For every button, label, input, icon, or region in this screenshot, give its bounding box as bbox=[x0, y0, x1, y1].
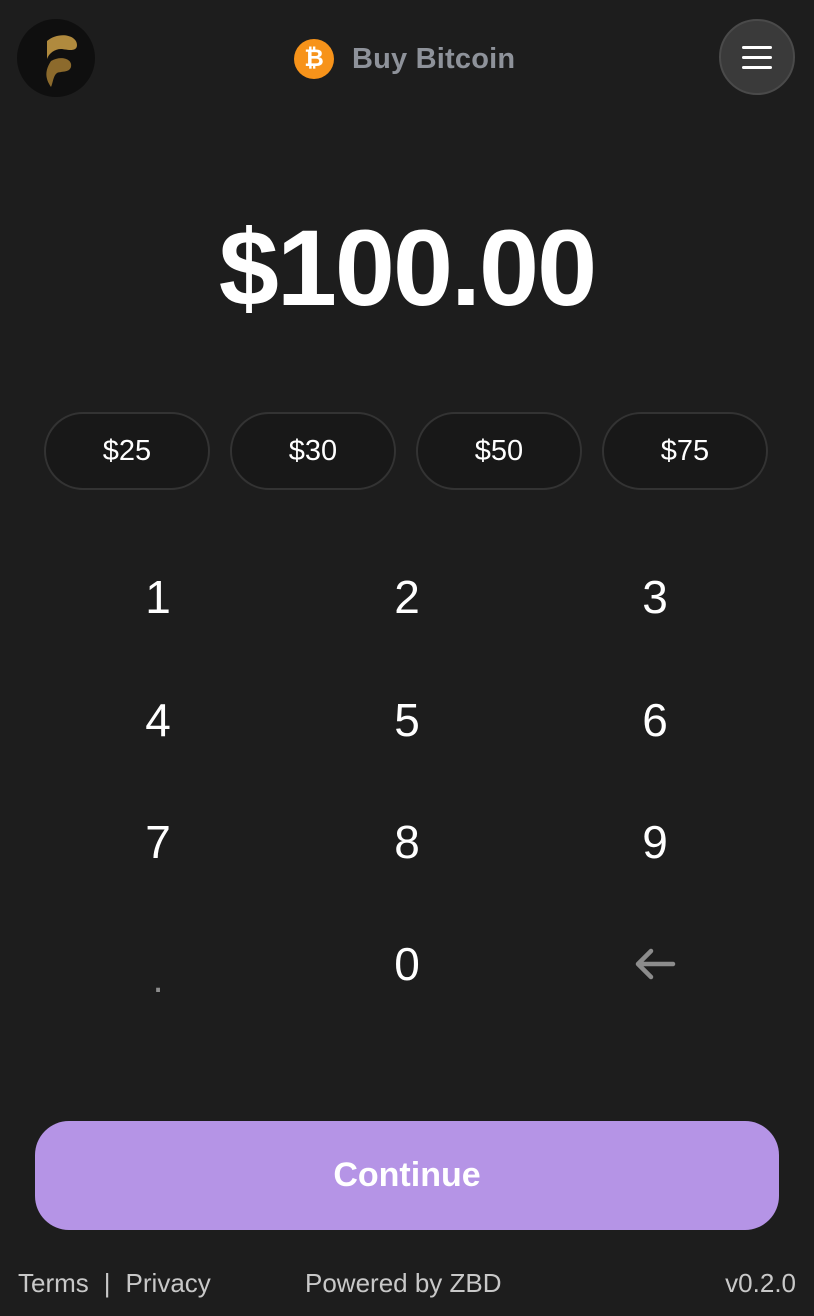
header: ₿ Buy Bitcoin bbox=[0, 0, 814, 120]
keypad-backspace-button[interactable] bbox=[535, 904, 775, 1024]
buy-bitcoin-screen: ₿ Buy Bitcoin $100.00 $25 $30 $50 $75 1 … bbox=[0, 0, 814, 1316]
preset-button-25[interactable]: $25 bbox=[44, 412, 210, 490]
keypad-key-8[interactable]: 8 bbox=[287, 782, 527, 902]
preset-button-30[interactable]: $30 bbox=[230, 412, 396, 490]
continue-button[interactable]: Continue bbox=[35, 1121, 779, 1230]
preset-button-50[interactable]: $50 bbox=[416, 412, 582, 490]
preset-amounts: $25 $30 $50 $75 bbox=[44, 412, 771, 490]
hamburger-menu-icon bbox=[742, 45, 772, 49]
header-title-group: ₿ Buy Bitcoin bbox=[294, 39, 515, 79]
keypad-key-7[interactable]: 7 bbox=[38, 782, 278, 902]
page-title: Buy Bitcoin bbox=[352, 42, 516, 75]
privacy-link[interactable]: Privacy bbox=[126, 1268, 211, 1299]
keypad-key-3[interactable]: 3 bbox=[535, 537, 775, 657]
keypad-key-1[interactable]: 1 bbox=[38, 537, 278, 657]
terms-link[interactable]: Terms bbox=[18, 1268, 89, 1299]
menu-button[interactable] bbox=[719, 19, 795, 95]
backspace-arrow-icon bbox=[635, 948, 676, 980]
preset-button-75[interactable]: $75 bbox=[602, 412, 768, 490]
hamburger-menu-icon bbox=[742, 65, 772, 69]
bitcoin-icon: ₿ bbox=[294, 39, 334, 79]
keypad-key-decimal[interactable]: . bbox=[38, 904, 278, 1024]
footer-separator: | bbox=[103, 1268, 111, 1298]
bitcoin-symbol: ₿ bbox=[304, 45, 324, 72]
keypad-key-5[interactable]: 5 bbox=[287, 660, 527, 780]
keypad-key-9[interactable]: 9 bbox=[535, 782, 775, 902]
brand-logo-icon[interactable] bbox=[17, 19, 95, 97]
keypad-key-2[interactable]: 2 bbox=[287, 537, 527, 657]
keypad-key-6[interactable]: 6 bbox=[535, 660, 775, 780]
powered-by-text: Powered by ZBD bbox=[305, 1268, 502, 1298]
keypad-key-4[interactable]: 4 bbox=[38, 660, 278, 780]
keypad-key-0[interactable]: 0 bbox=[287, 904, 527, 1024]
version-label: v0.2.0 bbox=[725, 1268, 796, 1298]
amount-display: $100.00 bbox=[218, 207, 597, 328]
footer-links: Terms | Privacy bbox=[18, 1268, 211, 1299]
hamburger-menu-icon bbox=[742, 55, 772, 59]
footer: Terms | Privacy Powered by ZBD v0.2.0 bbox=[0, 1262, 814, 1306]
